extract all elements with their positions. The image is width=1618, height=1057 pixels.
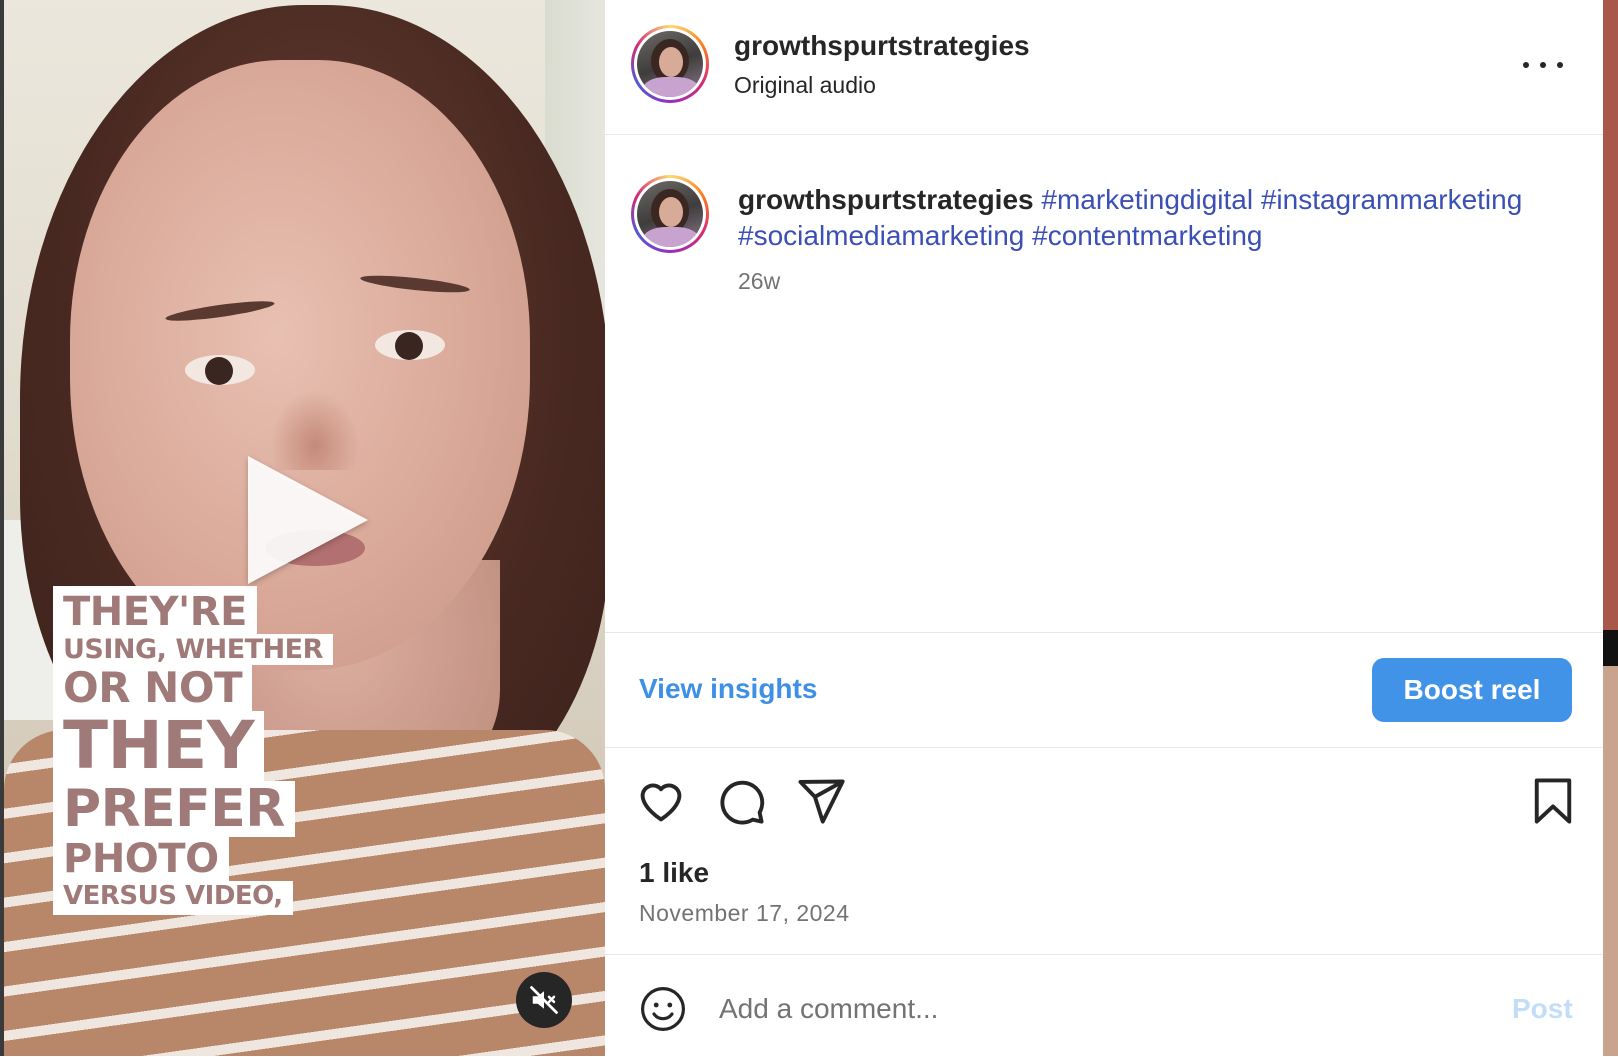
play-icon[interactable] — [248, 456, 368, 584]
mute-button[interactable] — [516, 972, 572, 1028]
post-details-panel: growthspurtstrategies Original audio gro… — [605, 0, 1603, 1056]
post-comment-button[interactable]: Post — [1512, 993, 1573, 1025]
bookmark-icon[interactable] — [1527, 775, 1579, 827]
caption-text: growthspurtstrategies #marketingdigital … — [738, 182, 1558, 254]
video-caption-line: USING, WHETHER — [53, 634, 333, 665]
header-username[interactable]: growthspurtstrategies — [734, 30, 1030, 62]
view-insights-link[interactable]: View insights — [639, 673, 817, 705]
caption-avatar[interactable] — [631, 175, 709, 253]
video-caption-line: THEY — [53, 711, 265, 781]
avatar[interactable] — [631, 25, 709, 103]
video-brow — [164, 297, 276, 325]
comment-input[interactable] — [717, 983, 1421, 1035]
video-caption-line: OR NOT — [53, 665, 253, 711]
reel-video[interactable]: THEY'RE USING, WHETHER OR NOT THEY PREFE… — [0, 0, 605, 1056]
video-eye — [185, 355, 255, 385]
audio-link[interactable]: Original audio — [734, 72, 876, 99]
comment-icon[interactable] — [715, 775, 767, 827]
hashtag-link[interactable]: #instagrammarketing — [1261, 184, 1522, 215]
likes-count[interactable]: 1 like — [639, 857, 709, 889]
post-date: November 17, 2024 — [639, 900, 850, 926]
video-caption-line: THEY'RE — [53, 586, 257, 634]
heart-icon[interactable] — [635, 775, 687, 827]
video-caption-line: VERSUS VIDEO, — [53, 881, 293, 915]
share-icon[interactable] — [795, 775, 847, 827]
video-caption-overlay: THEY'RE USING, WHETHER OR NOT THEY PREFE… — [53, 586, 333, 915]
comment-bar: Post — [605, 954, 1603, 1057]
caption-username[interactable]: growthspurtstrategies — [738, 184, 1034, 215]
video-eye — [375, 330, 445, 360]
video-brow — [359, 272, 471, 296]
hashtag-link[interactable]: #marketingdigital — [1041, 184, 1253, 215]
video-caption-line: PHOTO — [53, 837, 229, 881]
hashtag-link[interactable]: #socialmediamarketing — [738, 220, 1024, 251]
muted-speaker-icon — [530, 986, 558, 1014]
hashtag-link[interactable]: #contentmarketing — [1032, 220, 1262, 251]
more-options-icon[interactable] — [1523, 50, 1563, 80]
insights-bar: View insights Boost reel — [605, 632, 1603, 748]
background-page-edge — [1603, 0, 1618, 1056]
post-header: growthspurtstrategies Original audio — [605, 0, 1603, 135]
boost-reel-button[interactable]: Boost reel — [1372, 658, 1572, 722]
caption-timestamp: 26w — [738, 268, 781, 294]
emoji-icon[interactable] — [639, 985, 687, 1033]
video-caption-line: PREFER — [53, 781, 295, 837]
